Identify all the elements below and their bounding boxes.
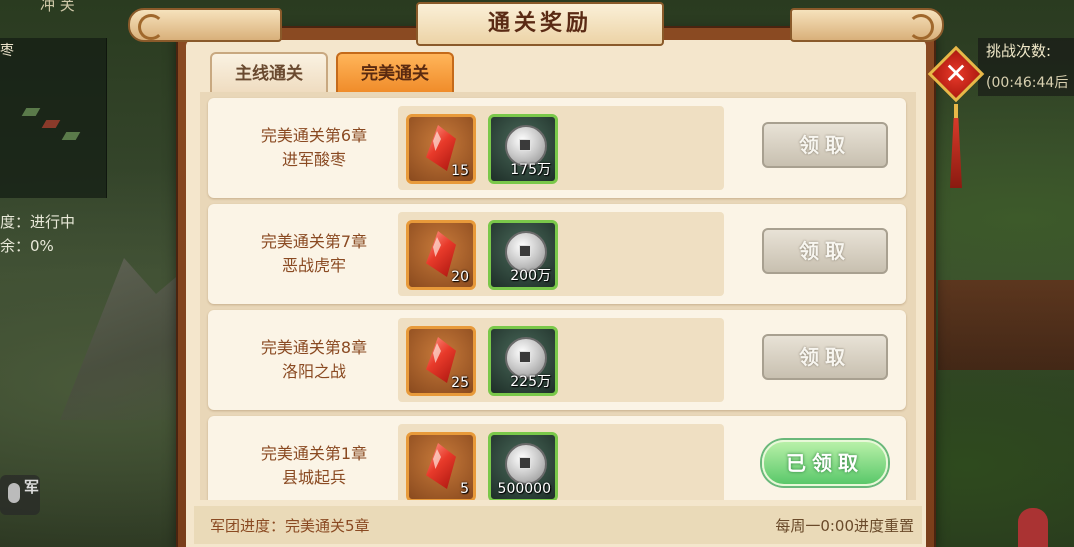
coin-hole	[519, 351, 531, 363]
item-quantity: 200万	[510, 268, 551, 284]
reward-row: 完美通关第1章 县城起兵 5 500000 已领取	[208, 416, 906, 500]
background-building	[938, 280, 1074, 370]
minimap[interactable]: 枣	[0, 38, 107, 198]
header-ornament-left	[128, 8, 282, 42]
reward-row: 完美通关第6章 进军酸枣 15 175万 领取	[208, 98, 906, 198]
left-status-line: 余：0%	[0, 237, 54, 255]
reward-row: 完美通关第7章 恶战虎牢 20 200万 领取	[208, 204, 906, 304]
voice-chat-label: 军	[24, 478, 40, 496]
claimed-button[interactable]: 已领取	[762, 440, 888, 486]
minimap-label: 枣	[0, 43, 14, 59]
crystal-item[interactable]: 25	[406, 326, 476, 396]
item-quantity: 500000	[497, 481, 551, 497]
challenge-timer: (00:46:44后	[986, 75, 1069, 91]
top-left-text: 冲 关	[40, 0, 75, 14]
swirl-ornament-icon	[908, 14, 934, 40]
coin-item[interactable]: 175万	[488, 114, 558, 184]
claim-button[interactable]: 领取	[762, 122, 888, 168]
close-icon: ✕	[944, 57, 968, 90]
red-crystal-icon	[426, 443, 456, 489]
left-status-info: 度：进行中 余：0%	[0, 210, 75, 258]
reward-chapter-name: 恶战虎牢	[281, 256, 346, 275]
claim-button[interactable]: 领取	[762, 228, 888, 274]
item-quantity: 225万	[510, 374, 551, 390]
item-quantity: 25	[451, 375, 469, 391]
reward-row: 完美通关第8章 洛阳之战 25 225万 领取	[208, 310, 906, 410]
claim-button[interactable]: 领取	[762, 334, 888, 380]
dialog-title: 通关奖励	[416, 2, 664, 46]
silver-coin-icon	[505, 443, 547, 485]
reset-note: 每周一0:00进度重置	[775, 517, 914, 535]
reward-title: 完美通关第1章 县城起兵	[224, 442, 404, 490]
reward-title: 完美通关第7章 恶战虎牢	[224, 230, 404, 278]
reward-chapter-name: 进军酸枣	[281, 150, 346, 169]
coin-hole	[519, 139, 531, 151]
reward-chapter: 完美通关第7章	[260, 232, 368, 251]
item-quantity: 175万	[510, 162, 551, 178]
reward-chapter: 完美通关第8章	[260, 338, 368, 357]
coin-item[interactable]: 200万	[488, 220, 558, 290]
tab-perfect-clear[interactable]: 完美通关	[336, 52, 454, 92]
close-button[interactable]: ✕	[927, 45, 985, 103]
item-quantity: 20	[451, 269, 469, 285]
header-ornament-right	[790, 8, 944, 42]
reward-items: 25 225万	[398, 318, 724, 402]
minimap-tile	[21, 108, 41, 116]
reward-chapter: 完美通关第6章	[260, 126, 368, 145]
left-status-line: 度：进行中	[0, 213, 76, 231]
reward-items: 15 175万	[398, 106, 724, 190]
minimap-tile	[61, 132, 81, 140]
coin-hole	[519, 245, 531, 257]
item-quantity: 5	[460, 481, 469, 497]
reward-chapter-name: 县城起兵	[281, 468, 346, 487]
challenge-count-label: 挑战次数:	[986, 42, 1052, 60]
reward-list[interactable]: 完美通关第6章 进军酸枣 15 175万 领取 完美通关第7章 恶战虎牢 20 …	[200, 92, 916, 500]
crystal-item[interactable]: 20	[406, 220, 476, 290]
reward-items: 5 500000	[398, 424, 724, 500]
crystal-item[interactable]: 5	[406, 432, 476, 500]
tassel-cord	[954, 104, 958, 120]
crystal-item[interactable]: 15	[406, 114, 476, 184]
coin-item[interactable]: 500000	[488, 432, 558, 500]
reward-chapter: 完美通关第1章	[260, 444, 368, 463]
reward-items: 20 200万	[398, 212, 724, 296]
coin-hole	[519, 457, 531, 469]
swirl-ornament-icon	[138, 14, 164, 40]
legion-progress: 军团进度：完美通关5章	[210, 517, 370, 535]
reward-chapter-name: 洛阳之战	[281, 362, 346, 381]
microphone-icon	[8, 483, 20, 503]
tab-main-clear[interactable]: 主线通关	[210, 52, 328, 92]
character-figure	[1018, 508, 1048, 547]
dialog-footer: 军团进度：完美通关5章 每周一0:00进度重置	[194, 506, 922, 544]
item-quantity: 15	[451, 163, 469, 179]
minimap-tile	[41, 120, 61, 128]
reward-title: 完美通关第8章 洛阳之战	[224, 336, 404, 384]
coin-item[interactable]: 225万	[488, 326, 558, 396]
reward-title: 完美通关第6章 进军酸枣	[224, 124, 404, 172]
